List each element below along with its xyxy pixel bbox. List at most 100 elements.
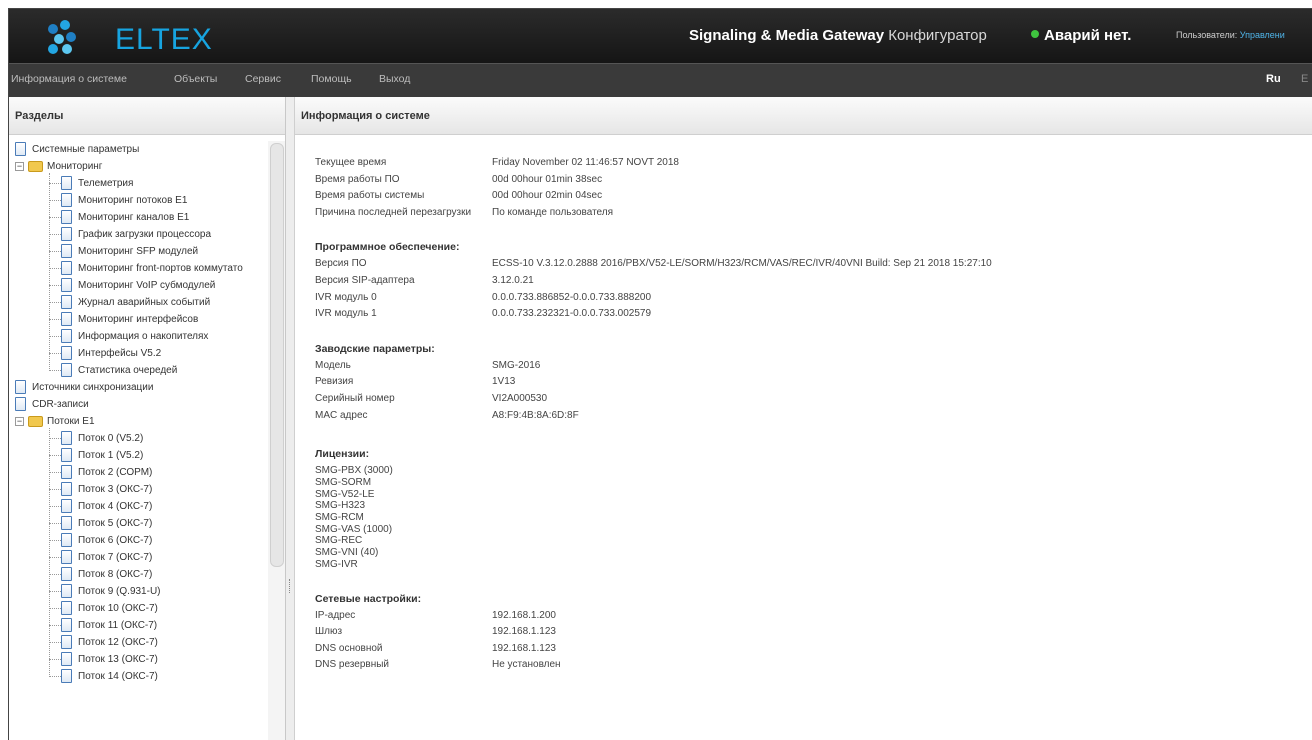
tree-item[interactable]: Мониторинг front-портов коммутато (9, 260, 267, 277)
tree-label: Потоки E1 (47, 416, 95, 427)
info-key: Версия ПО (315, 258, 367, 270)
tree-label: Поток 9 (Q.931-U) (78, 586, 161, 597)
info-key: Версия SIP-адаптера (315, 275, 415, 286)
tree-connector (49, 285, 61, 286)
tree-item[interactable]: График загрузки процессора (9, 226, 267, 243)
tree-connector (49, 455, 61, 456)
tree-item[interactable]: Журнал аварийных событий (9, 294, 267, 311)
tree-connector (49, 642, 61, 643)
tree-item[interactable]: Поток 12 (ОКС-7) (9, 634, 267, 651)
info-value: 00d 00hour 02min 04sec (492, 190, 603, 202)
document-icon (61, 601, 72, 615)
tree-item[interactable]: Мониторинг SFP модулей (9, 243, 267, 260)
info-key: IVR модуль 0 (315, 291, 377, 303)
tree-connector (49, 336, 61, 337)
tree-folder[interactable]: − Мониторинг (9, 158, 267, 175)
tree-item[interactable]: Поток 14 (ОКС-7) (9, 668, 267, 685)
document-icon (15, 380, 26, 394)
tree-item[interactable]: Мониторинг каналов E1 (9, 209, 267, 226)
tree-connector (49, 523, 61, 524)
info-value: 192.168.1.123 (492, 626, 556, 638)
tree-connector (49, 489, 61, 490)
tree-item[interactable]: Поток 9 (Q.931-U) (9, 583, 267, 600)
menu-help[interactable]: Помощь (311, 73, 352, 85)
sections-panel: Разделы Системные параметры − Мониторинг Те… (9, 97, 286, 740)
users-indicator: Пользователи: Управлени (1176, 30, 1285, 40)
tree-connector (49, 608, 61, 609)
menu-objects[interactable]: Объекты (174, 73, 217, 85)
menu-system-info[interactable]: Информация о системе (11, 73, 127, 85)
info-value: ECSS-10 V.3.12.0.2888 2016/PBX/V52-LE/SO… (492, 258, 992, 270)
tree-item[interactable]: Поток 8 (ОКС-7) (9, 566, 267, 583)
tree-item[interactable]: Поток 11 (ОКС-7) (9, 617, 267, 634)
tree-connector (49, 557, 61, 558)
info-key: Текущее время (315, 157, 387, 168)
tree-item[interactable]: Поток 4 (ОКС-7) (9, 498, 267, 515)
tree-connector (49, 251, 61, 252)
info-value: Friday November 02 11:46:57 NOVT 2018 (492, 157, 679, 168)
tree-item[interactable]: Поток 2 (СОРМ) (9, 464, 267, 481)
tree-label: График загрузки процессора (78, 229, 212, 240)
tree-item[interactable]: Поток 10 (ОКС-7) (9, 600, 267, 617)
folder-icon (28, 416, 43, 427)
menu-exit[interactable]: Выход (379, 73, 410, 85)
tree-item[interactable]: Мониторинг интерфейсов (9, 311, 267, 328)
document-icon (61, 295, 72, 309)
tree-label: Статистика очередей (78, 365, 178, 376)
info-row: Время работы ПО 00d 00hour 01min 38sec (315, 174, 1215, 191)
collapse-icon[interactable]: − (15, 162, 24, 171)
document-icon (61, 244, 72, 258)
tree-item[interactable]: Источники синхронизации (9, 379, 267, 396)
collapse-icon[interactable]: − (15, 417, 24, 426)
tree-item[interactable]: Поток 13 (ОКС-7) (9, 651, 267, 668)
tree-item[interactable]: Поток 7 (ОКС-7) (9, 549, 267, 566)
alarm-status[interactable]: Аварий нет. (1031, 27, 1131, 44)
tree-label: Источники синхронизации (32, 382, 154, 393)
tree-item[interactable]: Системные параметры (9, 141, 267, 158)
panel-splitter[interactable] (286, 97, 295, 740)
document-icon (15, 142, 26, 156)
tree-label: Поток 4 (ОКС-7) (78, 501, 153, 512)
info-key: DNS резервный (315, 659, 389, 671)
tree-connector (49, 217, 61, 218)
tree-label: Системные параметры (32, 144, 140, 155)
license-item: SMG-VNI (40) (315, 547, 379, 559)
tree-item[interactable]: Интерфейсы V5.2 (9, 345, 267, 362)
tree-label: Поток 5 (ОКС-7) (78, 518, 153, 529)
info-key: Причина последней перезагрузки (315, 206, 472, 218)
tree-item[interactable]: Поток 5 (ОКС-7) (9, 515, 267, 532)
info-key: DNS основной (315, 642, 383, 654)
language-ru[interactable]: Ru (1266, 73, 1281, 85)
tree-label: Поток 14 (ОКС-7) (78, 671, 158, 682)
tree-item[interactable]: CDR-записи (9, 396, 267, 413)
tree-label: Поток 7 (ОКС-7) (78, 552, 153, 563)
document-icon (61, 533, 72, 547)
info-key: Серийный номер (315, 393, 395, 404)
tree-label: Поток 0 (V5.2) (78, 433, 144, 444)
tree-item[interactable]: Поток 1 (V5.2) (9, 447, 267, 464)
tree-connector (49, 319, 61, 320)
tree-label: Мониторинг каналов E1 (78, 212, 190, 223)
tree-folder[interactable]: − Потоки E1 (9, 413, 267, 430)
sections-title: Разделы (9, 97, 285, 135)
menu-service[interactable]: Сервис (245, 73, 281, 85)
tree-label: Мониторинг SFP модулей (78, 246, 199, 257)
tree-item[interactable]: Информация о накопителях (9, 328, 267, 345)
tree-scroll-thumb[interactable] (270, 143, 284, 567)
tree-item[interactable]: Телеметрия (9, 175, 267, 192)
language-en[interactable]: E (1301, 73, 1308, 85)
tree-item[interactable]: Мониторинг потоков E1 (9, 192, 267, 209)
document-icon (61, 499, 72, 513)
tree-item[interactable]: Поток 0 (V5.2) (9, 430, 267, 447)
tree-item[interactable]: Поток 6 (ОКС-7) (9, 532, 267, 549)
tree-label: Поток 12 (ОКС-7) (78, 637, 158, 648)
tree-item[interactable]: Статистика очередей (9, 362, 267, 379)
users-link[interactable]: Управлени (1240, 30, 1285, 40)
tree-item[interactable]: Поток 3 (ОКС-7) (9, 481, 267, 498)
document-icon (61, 261, 72, 275)
tree-connector (49, 173, 50, 371)
tree-item[interactable]: Мониторинг VoIP субмодулей (9, 277, 267, 294)
document-icon (61, 227, 72, 241)
tree-connector (49, 302, 61, 303)
info-value: 0.0.0.733.886852-0.0.0.733.888200 (492, 291, 652, 303)
